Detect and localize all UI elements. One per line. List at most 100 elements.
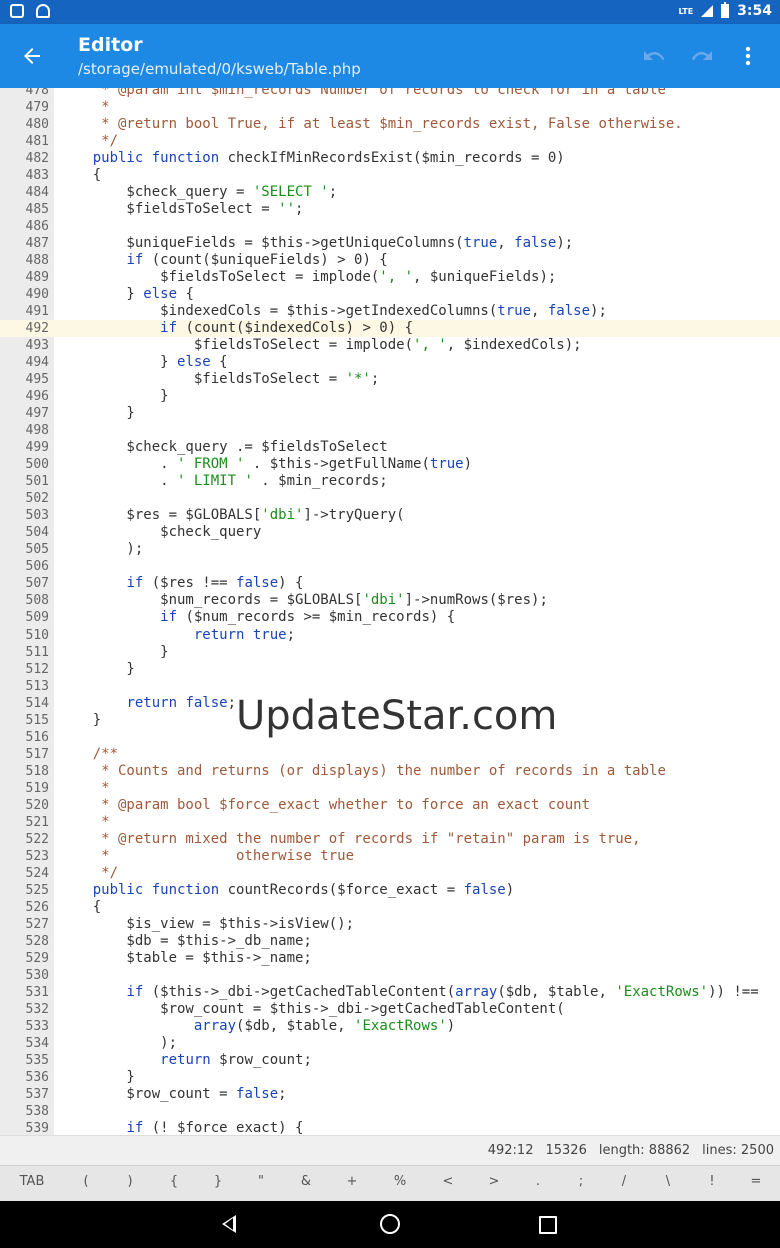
code-line[interactable]: 504 $check_query	[0, 524, 780, 541]
code-line[interactable]: 510 return true;	[0, 627, 780, 644]
code-line[interactable]: 491 $indexedCols = $this->getIndexedColu…	[0, 303, 780, 320]
code-line[interactable]: 484 $check_query = 'SELECT ';	[0, 184, 780, 201]
code-line[interactable]: 493 $fieldsToSelect = implode(', ', $ind…	[0, 337, 780, 354]
code-line[interactable]: 509 if ($num_records >= $min_records) {	[0, 609, 780, 626]
code-line[interactable]: 513	[0, 678, 780, 695]
code-line[interactable]: 532 $row_count = $this->_dbi->getCachedT…	[0, 1001, 780, 1018]
code-line[interactable]: 519 *	[0, 780, 780, 797]
code-line[interactable]: 507 if ($res !== false) {	[0, 575, 780, 592]
code-token: /**	[59, 745, 119, 762]
code-line[interactable]: 527 $is_view = $this->isView();	[0, 916, 780, 933]
symbol-key[interactable]: ;	[561, 1174, 601, 1189]
code-line[interactable]: 502	[0, 490, 780, 507]
code-line[interactable]: 480 * @return bool True, if at least $mi…	[0, 116, 780, 133]
code-line[interactable]: 512 }	[0, 661, 780, 678]
nav-recents-icon[interactable]	[539, 1216, 557, 1234]
symbol-key[interactable]: }	[198, 1174, 238, 1189]
line-code: {	[59, 167, 101, 184]
line-code: }	[59, 712, 101, 729]
code-line[interactable]: 495 $fieldsToSelect = '*';	[0, 371, 780, 388]
code-line[interactable]: 506	[0, 558, 780, 575]
code-line[interactable]: 530	[0, 967, 780, 984]
redo-icon[interactable]	[686, 40, 718, 72]
code-line[interactable]: 521 *	[0, 814, 780, 831]
code-editor[interactable]: 478 * @param int $min_records Number of …	[0, 88, 780, 1135]
symbol-key[interactable]: &	[286, 1174, 326, 1189]
code-line[interactable]: 481 */	[0, 133, 780, 150]
code-line[interactable]: 533 array($db, $table, 'ExactRows')	[0, 1018, 780, 1035]
code-token: );	[590, 303, 607, 320]
code-line[interactable]: 528 $db = $this->_db_name;	[0, 933, 780, 950]
code-line[interactable]: 497 }	[0, 405, 780, 422]
line-number: 532	[25, 1001, 49, 1017]
code-line[interactable]: 505 );	[0, 541, 780, 558]
code-token: ;	[286, 626, 296, 643]
code-line[interactable]: 486	[0, 218, 780, 235]
code-line[interactable]: 538	[0, 1103, 780, 1120]
code-lines[interactable]: 478 * @param int $min_records Number of …	[0, 88, 780, 1135]
code-line[interactable]: 487 $uniqueFields = $this->getUniqueColu…	[0, 235, 780, 252]
nav-back-icon[interactable]	[222, 1215, 236, 1233]
symbol-key[interactable]: %	[380, 1174, 420, 1189]
back-arrow-icon[interactable]	[16, 40, 48, 72]
symbol-key[interactable]: /	[604, 1174, 644, 1189]
symbol-key[interactable]: TAB	[12, 1174, 52, 1189]
code-line[interactable]: 534 );	[0, 1035, 780, 1052]
code-line[interactable]: 479 *	[0, 99, 780, 116]
code-line[interactable]: 482 public function checkIfMinRecordsExi…	[0, 150, 780, 167]
code-line[interactable]: 498	[0, 422, 780, 439]
line-code: );	[59, 541, 143, 558]
more-vert-icon[interactable]	[732, 40, 764, 72]
code-line[interactable]: 490 } else {	[0, 286, 780, 303]
code-line[interactable]: 501 . ' LIMIT ' . $min_records;	[0, 473, 780, 490]
code-line[interactable]: 488 if (count($uniqueFields) > 0) {	[0, 252, 780, 269]
code-line[interactable]: 508 $num_records = $GLOBALS['dbi']->numR…	[0, 592, 780, 609]
symbol-key[interactable]: =	[736, 1174, 776, 1189]
code-line[interactable]: 520 * @param bool $force_exact whether t…	[0, 797, 780, 814]
code-token: $indexedCols = $this->getIndexedColumns(	[59, 303, 498, 320]
symbol-key[interactable]: +	[332, 1174, 372, 1189]
code-line[interactable]: 483 {	[0, 167, 780, 184]
undo-icon[interactable]	[638, 40, 670, 72]
code-line[interactable]: 524 */	[0, 865, 780, 882]
symbol-key[interactable]: \	[648, 1174, 688, 1189]
code-token: , $uniqueFields);	[413, 269, 557, 286]
code-line[interactable]: 537 $row_count = false;	[0, 1086, 780, 1103]
code-line[interactable]: 523 * otherwise true	[0, 848, 780, 865]
nav-home-icon[interactable]	[380, 1214, 400, 1234]
code-line[interactable]: 478 * @param int $min_records Number of …	[0, 88, 780, 99]
symbol-key[interactable]: (	[66, 1174, 106, 1189]
code-line[interactable]: 531 if ($this->_dbi->getCachedTableConte…	[0, 984, 780, 1001]
code-line[interactable]: 522 * @return mixed the number of record…	[0, 831, 780, 848]
code-line[interactable]: 518 * Counts and returns (or displays) t…	[0, 763, 780, 780]
code-line[interactable]: 535 return $row_count;	[0, 1052, 780, 1069]
symbol-key[interactable]: >	[474, 1174, 514, 1189]
code-line[interactable]: 485 $fieldsToSelect = '';	[0, 201, 780, 218]
code-line[interactable]: 494 } else {	[0, 354, 780, 371]
code-line[interactable]: 503 $res = $GLOBALS['dbi']->tryQuery(	[0, 507, 780, 524]
code-line[interactable]: 511 }	[0, 644, 780, 661]
line-code: if ($res !== false) {	[59, 575, 303, 592]
code-line[interactable]: 526 {	[0, 899, 780, 916]
code-line[interactable]: 492 if (count($indexedCols) > 0) {	[0, 320, 780, 338]
code-line[interactable]: 525 public function countRecords($force_…	[0, 882, 780, 899]
symbol-key[interactable]: .	[518, 1174, 558, 1189]
code-token: $is_view = $this->isView();	[59, 915, 355, 932]
code-line[interactable]: 529 $table = $this->_name;	[0, 950, 780, 967]
code-line[interactable]: 500 . ' FROM ' . $this->getFullName(true…	[0, 456, 780, 473]
code-line[interactable]: 496 }	[0, 388, 780, 405]
code-line[interactable]: 536 }	[0, 1069, 780, 1086]
line-code: } else {	[59, 354, 227, 371]
code-line[interactable]: 499 $check_query .= $fieldsToSelect	[0, 439, 780, 456]
code-line[interactable]: 517 /**	[0, 746, 780, 763]
code-token: ''	[278, 201, 296, 218]
symbol-key[interactable]: {	[154, 1174, 194, 1189]
symbol-key[interactable]: <	[428, 1174, 468, 1189]
symbol-key[interactable]: )	[110, 1174, 150, 1189]
code-line[interactable]: 539 if (! $force_exact) {	[0, 1120, 780, 1135]
line-code: }	[59, 388, 168, 405]
symbol-key[interactable]: "	[241, 1174, 281, 1189]
code-line[interactable]: 489 $fieldsToSelect = implode(', ', $uni…	[0, 269, 780, 286]
symbol-key[interactable]: !	[692, 1174, 732, 1189]
